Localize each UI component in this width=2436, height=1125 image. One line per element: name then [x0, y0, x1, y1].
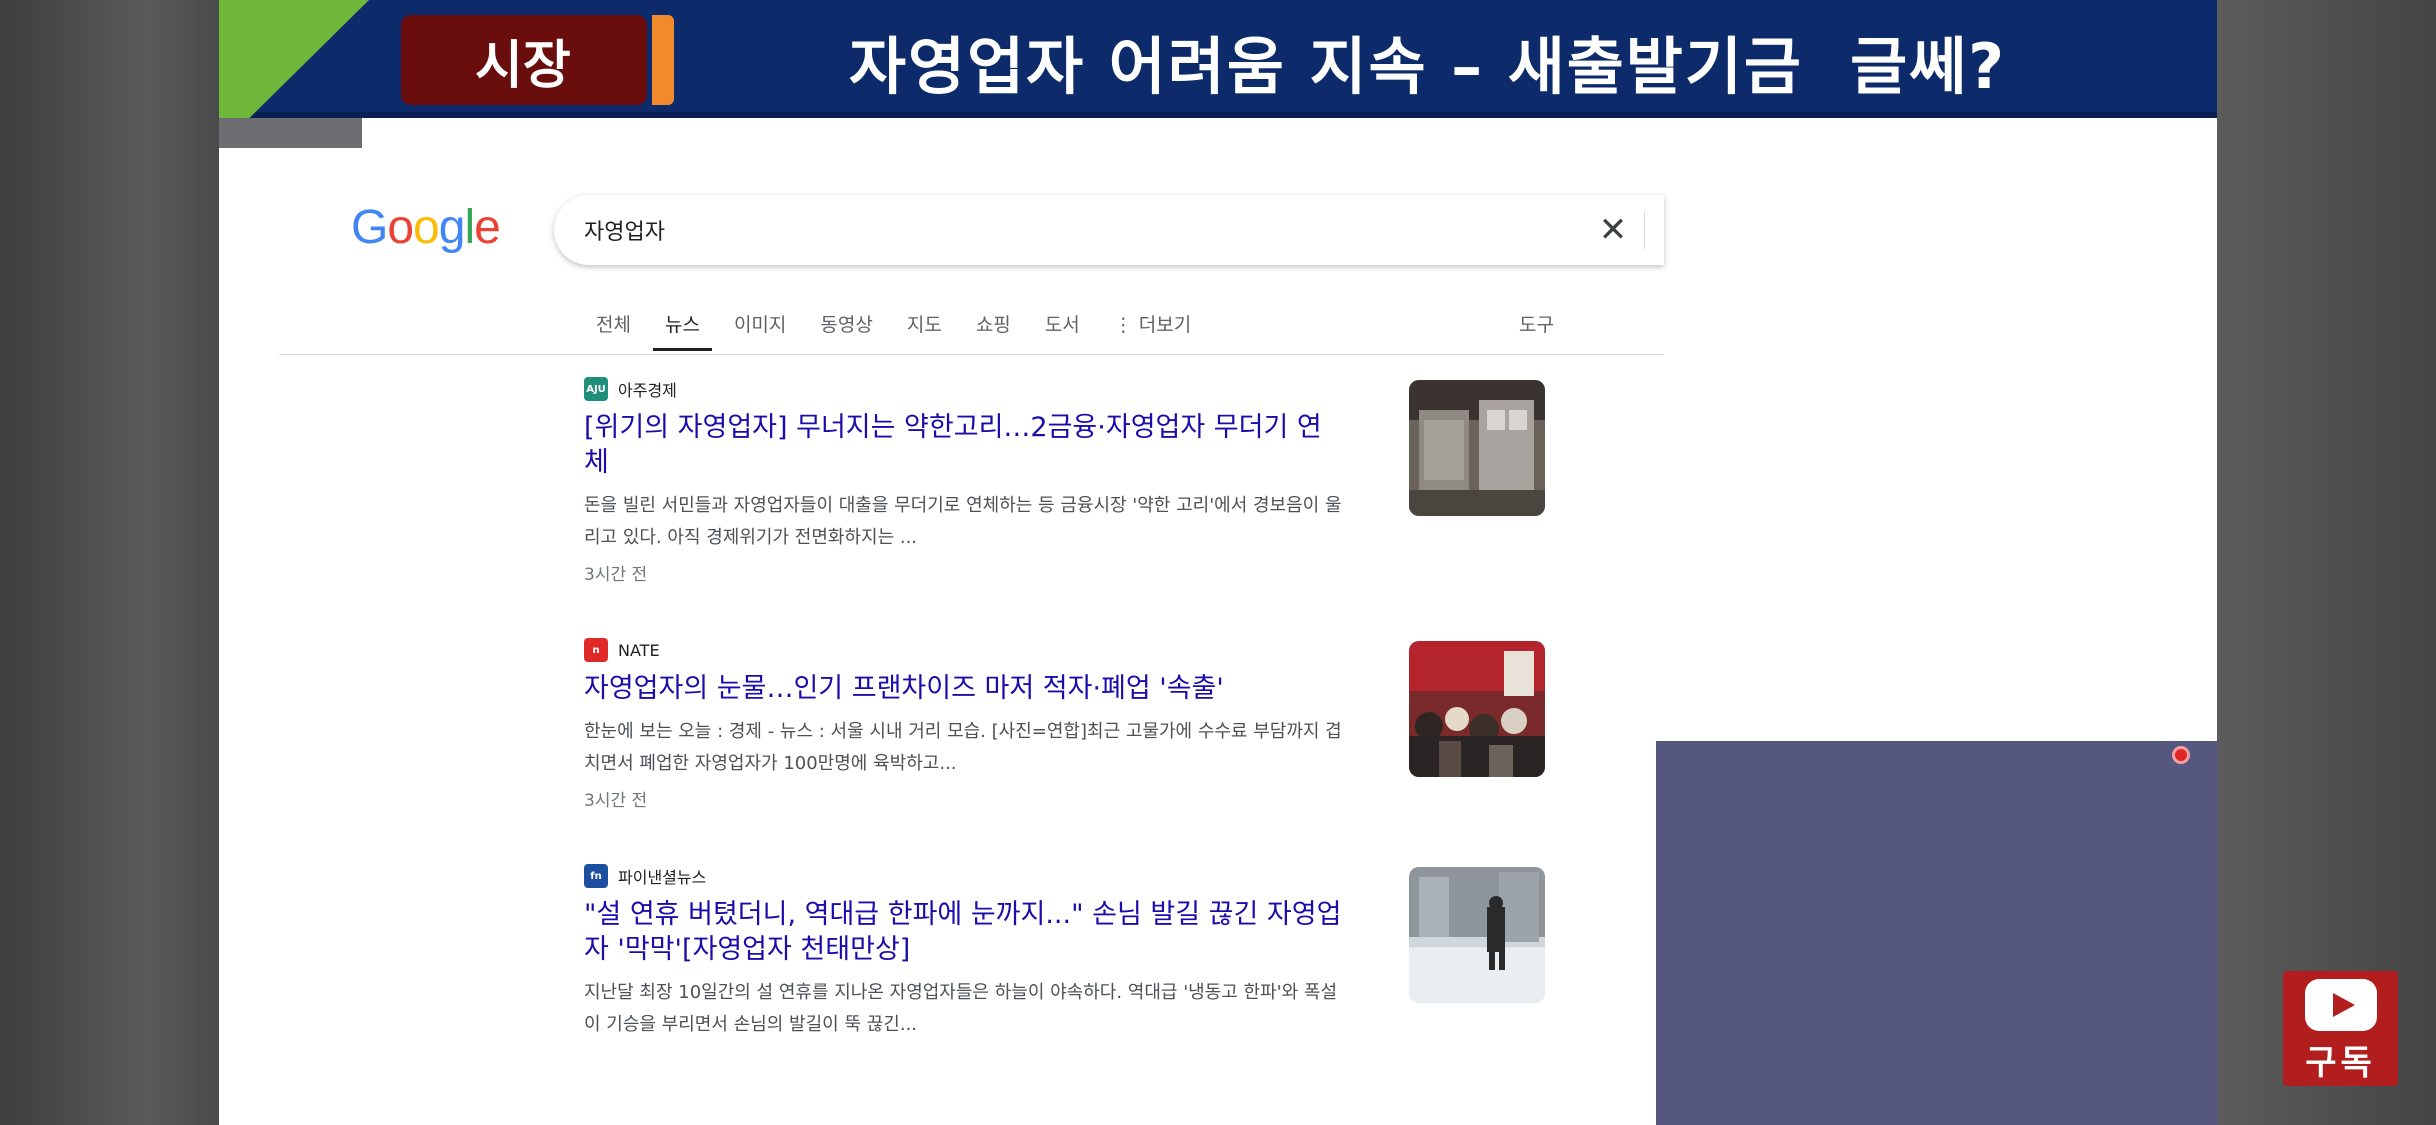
gray-bar-decoration	[219, 118, 362, 148]
headline: 자영업자 어려움 지속 – 새출발기금 글쎄?	[849, 30, 2007, 103]
tab-books[interactable]: 도서	[1045, 310, 1080, 351]
search-divider	[1644, 211, 1645, 249]
category-tag-accent	[652, 15, 674, 105]
result-snippet: 돈을 빌린 서민들과 자영업자들이 대출을 무더기로 연체하는 등 금융시장 '…	[584, 495, 1342, 548]
logo-letter: l	[464, 201, 475, 254]
source-logo-icon: fn	[584, 864, 608, 888]
logo-letter: g	[438, 201, 466, 254]
tab-more[interactable]: ⋮ 더보기	[1114, 310, 1191, 351]
tab-images[interactable]: 이미지	[734, 310, 786, 351]
result-title-link[interactable]: "설 연휴 버텼더니, 역대급 한파에 눈까지..." 손님 발길 끊긴 자영업…	[584, 897, 1344, 967]
result-source[interactable]: fn 파이낸셜뉴스	[584, 863, 1344, 889]
store-interior-image	[1409, 380, 1545, 516]
record-indicator-icon	[2172, 746, 2190, 764]
result-snippet: 지난달 최장 10일간의 설 연휴를 지나온 자영업자들은 하늘이 야속하다. …	[584, 982, 1338, 1035]
subscribe-button[interactable]: 구독	[2283, 971, 2398, 1086]
result-time: 3시간 전	[584, 791, 648, 811]
tools-button[interactable]: 도구	[1519, 310, 1554, 337]
news-result: AJU 아주경제 [위기의 자영업자] 무너지는 약한고리…2금융·자영업자 무…	[584, 376, 1344, 585]
street-crowd-image	[1409, 641, 1545, 777]
google-logo[interactable]: Google	[351, 200, 501, 255]
logo-letter: e	[474, 201, 501, 254]
subscribe-label: 구독	[2305, 1043, 2376, 1083]
overlay-panel	[1656, 741, 2218, 1125]
search-tabs: 전체 뉴스 이미지 동영상 지도 쇼핑 도서 ⋮ 더보기	[596, 310, 1225, 351]
youtube-play-icon	[2304, 979, 2377, 1031]
news-result: fn 파이낸셜뉴스 "설 연휴 버텼더니, 역대급 한파에 눈까지..." 손님…	[584, 863, 1344, 1041]
tab-shopping[interactable]: 쇼핑	[976, 310, 1011, 351]
source-name: 아주경제	[618, 381, 677, 400]
logo-letter: G	[351, 201, 388, 254]
result-title-link[interactable]: 자영업자의 눈물…인기 프랜차이즈 마저 적자·폐업 '속출'	[584, 671, 1344, 706]
result-time: 3시간 전	[584, 565, 648, 585]
result-title-link[interactable]: [위기의 자영업자] 무너지는 약한고리…2금융·자영업자 무더기 연체	[584, 410, 1344, 480]
result-snippet: 한눈에 보는 오늘 : 경제 - 뉴스 : 서울 시내 거리 모습. [사진=연…	[584, 721, 1342, 774]
video-frame: 시장 자영업자 어려움 지속 – 새출발기금 글쎄? Google 자영업자 ✕…	[0, 0, 2436, 1125]
tabs-divider	[279, 354, 1664, 355]
result-source[interactable]: n NATE	[584, 637, 1344, 663]
tab-videos[interactable]: 동영상	[820, 310, 872, 351]
close-icon[interactable]: ✕	[1590, 207, 1636, 253]
logo-letter: o	[413, 201, 440, 254]
tab-maps[interactable]: 지도	[907, 310, 942, 351]
source-name: 파이낸셜뉴스	[618, 868, 707, 887]
source-logo-icon: AJU	[584, 377, 608, 401]
tab-news[interactable]: 뉴스	[652, 310, 712, 351]
logo-letter: o	[387, 201, 414, 254]
header-banner: 시장 자영업자 어려움 지속 – 새출발기금 글쎄?	[219, 0, 2217, 118]
source-logo-icon: n	[584, 638, 608, 662]
result-source[interactable]: AJU 아주경제	[584, 376, 1344, 402]
snowy-street-image	[1409, 867, 1545, 1003]
result-thumbnail[interactable]	[1409, 867, 1545, 1003]
search-query[interactable]: 자영업자	[584, 214, 665, 246]
result-thumbnail[interactable]	[1409, 641, 1545, 777]
tab-all[interactable]: 전체	[596, 310, 631, 351]
banner-stripe	[219, 112, 2217, 118]
category-tag: 시장	[401, 15, 647, 105]
search-input[interactable]: 자영업자 ✕	[554, 195, 1664, 265]
result-thumbnail[interactable]	[1409, 380, 1545, 516]
news-result: n NATE 자영업자의 눈물…인기 프랜차이즈 마저 적자·폐업 '속출' 한…	[584, 637, 1344, 811]
source-name: NATE	[618, 640, 660, 660]
